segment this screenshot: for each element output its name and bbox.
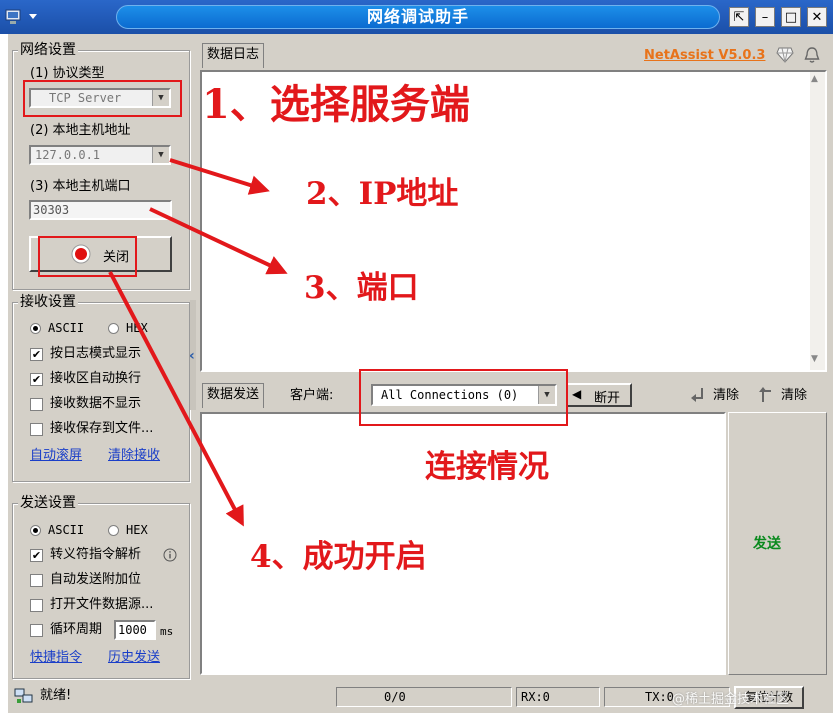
diamond-icon[interactable] <box>776 47 794 63</box>
no-display-checkbox[interactable] <box>30 398 43 411</box>
tab-data-send[interactable]: 数据发送 <box>202 383 265 408</box>
counter-value: 0/0 <box>384 690 406 704</box>
info-icon[interactable] <box>163 548 177 562</box>
escape-checkbox[interactable]: ✔ <box>30 549 43 562</box>
send-ascii-radio[interactable] <box>30 525 41 536</box>
app-window: 网络调试助手 ⇱ – □ ✕ 网络设置 (1) 协议类型 TCP Server … <box>0 0 833 713</box>
client-label: 客户端: <box>290 388 334 403</box>
tab-data-log[interactable]: 数据日志 <box>202 43 265 68</box>
port-input[interactable]: 30303 <box>29 200 172 220</box>
send-hex-label: HEX <box>126 523 148 537</box>
host-label: (2) 本地主机地址 <box>30 123 131 138</box>
open-file-label: 打开文件数据源... <box>50 597 154 612</box>
log-mode-checkbox[interactable]: ✔ <box>30 348 43 361</box>
annotation-connections: 连接情况 <box>425 449 549 485</box>
window-left-edge <box>0 34 8 713</box>
close-button[interactable]: ✕ <box>807 7 827 27</box>
recv-hex-label: HEX <box>126 321 148 335</box>
save-file-label: 接收保存到文件... <box>50 421 154 436</box>
auto-scroll-link[interactable]: 自动滚屏 <box>30 448 82 464</box>
window-title: 网络调试助手 <box>366 7 469 26</box>
arrow-left-icon: ◀ <box>572 387 582 401</box>
tx-value: TX:0 <box>645 690 674 704</box>
net-settings-title: 网络设置 <box>18 42 78 58</box>
minimize-button[interactable]: – <box>755 7 775 27</box>
loop-checkbox[interactable] <box>30 624 43 637</box>
recv-ascii-radio[interactable] <box>30 323 41 334</box>
recv-ascii-label: ASCII <box>48 321 85 335</box>
host-select[interactable]: 127.0.0.1 ▼ <box>29 145 171 165</box>
rx-cell: RX:0 <box>516 687 600 707</box>
send-ascii-label: ASCII <box>48 523 85 537</box>
protocol-highlight-box <box>23 80 182 117</box>
send-button-label: 发送 <box>753 536 781 552</box>
port-label: (3) 本地主机端口 <box>30 179 131 194</box>
send-button[interactable]: 发送 <box>728 412 827 675</box>
clear-send-label-2[interactable]: 清除 <box>781 388 807 404</box>
annotation-port: 3、端口 <box>304 270 419 306</box>
netassist-brand[interactable]: NetAssist V5.0.3 <box>644 48 765 64</box>
annotation-select-server: 1、选择服务端 <box>202 81 470 128</box>
annotation-started: 4、成功开启 <box>250 539 427 575</box>
annotation-ip: 2、IP地址 <box>306 176 459 212</box>
host-value: 127.0.0.1 <box>35 148 101 162</box>
clear-recv-link[interactable]: 清除接收 <box>108 448 160 464</box>
clear-arrow-down-icon[interactable] <box>690 386 706 404</box>
recv-settings-title: 接收设置 <box>18 294 78 310</box>
escape-label: 转义符指令解析 <box>50 547 142 562</box>
shortcuts-link[interactable]: 快捷指令 <box>30 650 82 666</box>
send-settings-title: 发送设置 <box>18 495 78 511</box>
auto-wrap-checkbox[interactable]: ✔ <box>30 373 43 386</box>
scroll-up-icon[interactable]: ▲ <box>811 74 818 84</box>
maximize-button[interactable]: □ <box>781 7 801 27</box>
loop-label: 循环周期 <box>50 622 103 637</box>
auto-wrap-label: 接收区自动换行 <box>50 371 142 386</box>
log-mode-label: 按日志模式显示 <box>50 346 142 361</box>
open-file-checkbox[interactable] <box>30 599 43 612</box>
scroll-down-icon[interactable]: ▼ <box>811 354 818 364</box>
system-menu-icon[interactable] <box>4 7 42 27</box>
collapse-chevron-icon[interactable]: ‹ <box>189 348 195 364</box>
rx-value: RX:0 <box>521 690 550 704</box>
watermark-text: @稀土掘金技术社区 <box>672 692 790 707</box>
log-scrollbar[interactable] <box>810 72 825 370</box>
loop-unit: ms <box>160 625 174 638</box>
status-text: 就绪! <box>40 688 72 703</box>
chevron-down-icon[interactable]: ▼ <box>152 147 169 163</box>
network-status-icon <box>14 688 33 703</box>
recv-hex-radio[interactable] <box>108 323 119 334</box>
disconnect-label: 断开 <box>594 391 621 406</box>
send-hex-radio[interactable] <box>108 525 119 536</box>
counter-cell: 0/0 <box>336 687 512 707</box>
toggle-highlight-box <box>38 236 137 277</box>
disconnect-button[interactable]: ◀ 断开 <box>566 383 632 407</box>
bell-icon[interactable] <box>803 46 821 64</box>
connections-highlight-box <box>359 369 568 426</box>
auto-append-checkbox[interactable] <box>30 574 43 587</box>
loop-period-input[interactable]: 1000 <box>114 620 156 640</box>
clear-arrow-up-icon[interactable] <box>758 386 774 404</box>
no-display-label: 接收数据不显示 <box>50 396 142 411</box>
save-file-checkbox[interactable] <box>30 423 43 436</box>
title-bar: 网络调试助手 ⇱ – □ ✕ <box>0 0 833 34</box>
pin-icon[interactable]: ⇱ <box>729 7 749 27</box>
history-link[interactable]: 历史发送 <box>108 650 160 666</box>
clear-send-label-1[interactable]: 清除 <box>713 388 739 404</box>
auto-append-label: 自动发送附加位 <box>50 572 142 587</box>
